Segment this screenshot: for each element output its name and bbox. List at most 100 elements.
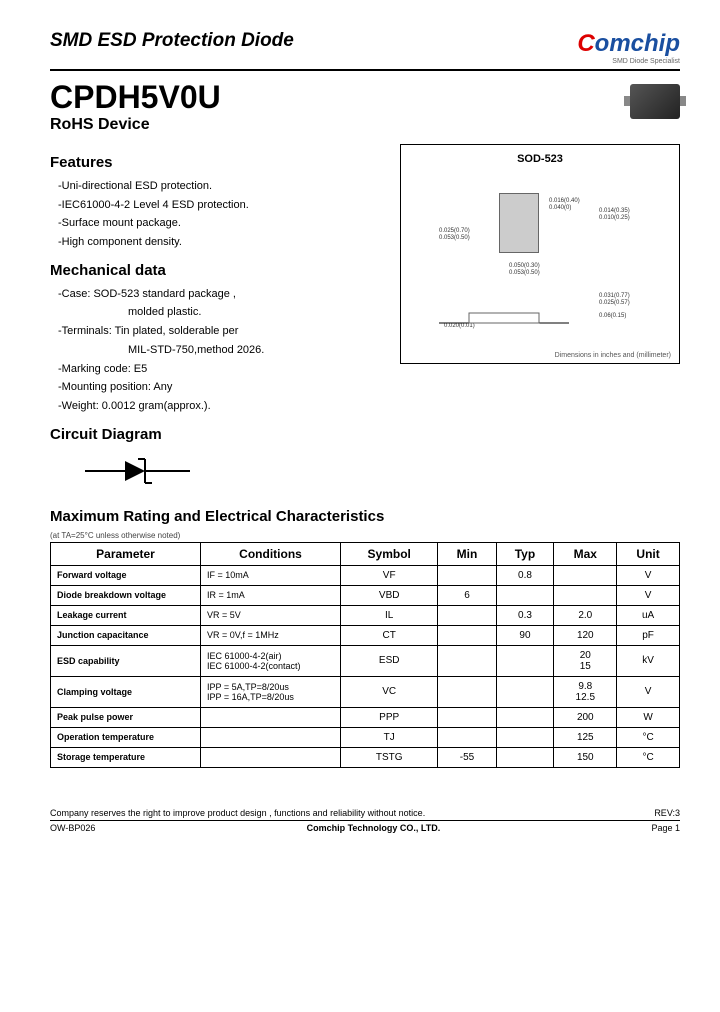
table-cell: Diode breakdown voltage: [51, 585, 201, 605]
right-column: SOD-523 0.016(0.40) 0.040(0) 0.014(0.35)…: [400, 144, 680, 416]
table-row: ESD capabilityIEC 61000-4-2(air) IEC 610…: [51, 645, 680, 676]
ratings-table: Parameter Conditions Symbol Min Typ Max …: [50, 542, 680, 768]
table-cell: [496, 585, 554, 605]
table-cell: [496, 727, 554, 747]
table-cell: [201, 707, 341, 727]
document-title: SMD ESD Protection Diode: [50, 30, 294, 52]
ratings-note: (at TA=25°C unless otherwise noted): [50, 531, 680, 540]
table-cell: IL: [341, 605, 438, 625]
table-cell: Forward voltage: [51, 565, 201, 585]
table-row: Diode breakdown voltageIR = 1mAVBD6V: [51, 585, 680, 605]
table-cell: 150: [554, 747, 617, 767]
table-header-row: Parameter Conditions Symbol Min Typ Max …: [51, 542, 680, 565]
table-cell: -55: [438, 747, 496, 767]
table-cell: [438, 605, 496, 625]
footer-rev: REV:3: [654, 808, 680, 818]
table-cell: [554, 585, 617, 605]
col-parameter: Parameter: [51, 542, 201, 565]
table-row: Storage temperature TSTG-55 150°C: [51, 747, 680, 767]
package-outline-box: SOD-523 0.016(0.40) 0.040(0) 0.014(0.35)…: [400, 144, 680, 364]
dim-label: 0.016(0.40): [549, 198, 580, 204]
table-cell: °C: [617, 747, 680, 767]
mechanical-heading: Mechanical data: [50, 262, 385, 279]
dim-label: 0.031(0.77): [599, 293, 630, 299]
table-cell: °C: [617, 727, 680, 747]
mech-item: -Terminals: Tin plated, solderable perMI…: [50, 322, 385, 359]
feature-item: -Surface mount package.: [50, 214, 385, 233]
table-cell: TSTG: [341, 747, 438, 767]
circuit-diagram: [80, 451, 680, 496]
table-cell: [438, 645, 496, 676]
mech-item: -Case: SOD-523 standard package ,molded …: [50, 285, 385, 322]
mech-item: -Weight: 0.0012 gram(approx.).: [50, 397, 385, 416]
features-list: -Uni-directional ESD protection. -IEC610…: [50, 177, 385, 252]
footer-company: Comchip Technology CO., LTD.: [95, 823, 651, 833]
footer-disclaimer: Company reserves the right to improve pr…: [50, 808, 425, 818]
left-column: Features -Uni-directional ESD protection…: [50, 144, 385, 416]
table-cell: Storage temperature: [51, 747, 201, 767]
table-cell: Junction capacitance: [51, 625, 201, 645]
table-cell: IPP = 5A,TP=8/20us IPP = 16A,TP=8/20us: [201, 676, 341, 707]
table-cell: uA: [617, 605, 680, 625]
header: SMD ESD Protection Diode Comchip SMD Dio…: [50, 30, 680, 71]
table-cell: 120: [554, 625, 617, 645]
package-photo: [630, 84, 680, 119]
footer-note-row: Company reserves the right to improve pr…: [50, 808, 680, 821]
table-row: Clamping voltageIPP = 5A,TP=8/20us IPP =…: [51, 676, 680, 707]
footer-code: OW-BP026: [50, 823, 95, 833]
dim-label: 0.040(0): [549, 205, 571, 211]
table-cell: W: [617, 707, 680, 727]
table-cell: TJ: [341, 727, 438, 747]
table-cell: V: [617, 676, 680, 707]
table-cell: 2.0: [554, 605, 617, 625]
feature-item: -Uni-directional ESD protection.: [50, 177, 385, 196]
table-cell: VF: [341, 565, 438, 585]
footer-page: Page 1: [651, 823, 680, 833]
title-block: CPDH5V0U RoHS Device: [50, 79, 221, 144]
logo-subtitle: SMD Diode Specialist: [577, 58, 680, 65]
logo: Comchip SMD Diode Specialist: [577, 30, 680, 65]
dim-label: 0.010(0.25): [599, 215, 630, 221]
table-cell: [438, 625, 496, 645]
dim-label: 0.053(0.50): [509, 270, 540, 276]
table-cell: 125: [554, 727, 617, 747]
logo-text: Comchip: [577, 30, 680, 58]
feature-item: -IEC61000-4-2 Level 4 ESD protection.: [50, 196, 385, 215]
package-footer-note: Dimensions in inches and (millimeter): [555, 352, 671, 359]
package-title: SOD-523: [409, 153, 671, 165]
table-cell: VR = 5V: [201, 605, 341, 625]
package-body-icon: [499, 193, 539, 253]
datasheet-page: SMD ESD Protection Diode Comchip SMD Dio…: [0, 0, 720, 843]
table-row: Operation temperature TJ 125°C: [51, 727, 680, 747]
table-cell: 0.8: [496, 565, 554, 585]
table-cell: 6: [438, 585, 496, 605]
table-cell: [554, 565, 617, 585]
footer: Company reserves the right to improve pr…: [50, 808, 680, 833]
table-cell: ESD capability: [51, 645, 201, 676]
table-row: Junction capacitanceVR = 0V,f = 1MHzCT90…: [51, 625, 680, 645]
table-cell: 9.8 12.5: [554, 676, 617, 707]
dim-label: 0.025(0.70): [439, 228, 470, 234]
col-unit: Unit: [617, 542, 680, 565]
col-conditions: Conditions: [201, 542, 341, 565]
table-cell: [496, 645, 554, 676]
table-cell: pF: [617, 625, 680, 645]
table-cell: VC: [341, 676, 438, 707]
table-row: Peak pulse powerPPP200W: [51, 707, 680, 727]
col-symbol: Symbol: [341, 542, 438, 565]
footer-bottom-row: OW-BP026 Comchip Technology CO., LTD. Pa…: [50, 821, 680, 833]
table-cell: [496, 707, 554, 727]
table-cell: ESD: [341, 645, 438, 676]
part-number: CPDH5V0U: [50, 79, 221, 116]
table-cell: Operation temperature: [51, 727, 201, 747]
table-cell: [496, 676, 554, 707]
ratings-heading: Maximum Rating and Electrical Characteri…: [50, 508, 680, 525]
table-cell: kV: [617, 645, 680, 676]
table-cell: Peak pulse power: [51, 707, 201, 727]
table-cell: [201, 747, 341, 767]
table-cell: [438, 676, 496, 707]
circuit-heading: Circuit Diagram: [50, 426, 680, 443]
col-min: Min: [438, 542, 496, 565]
table-cell: IR = 1mA: [201, 585, 341, 605]
table-cell: [438, 727, 496, 747]
